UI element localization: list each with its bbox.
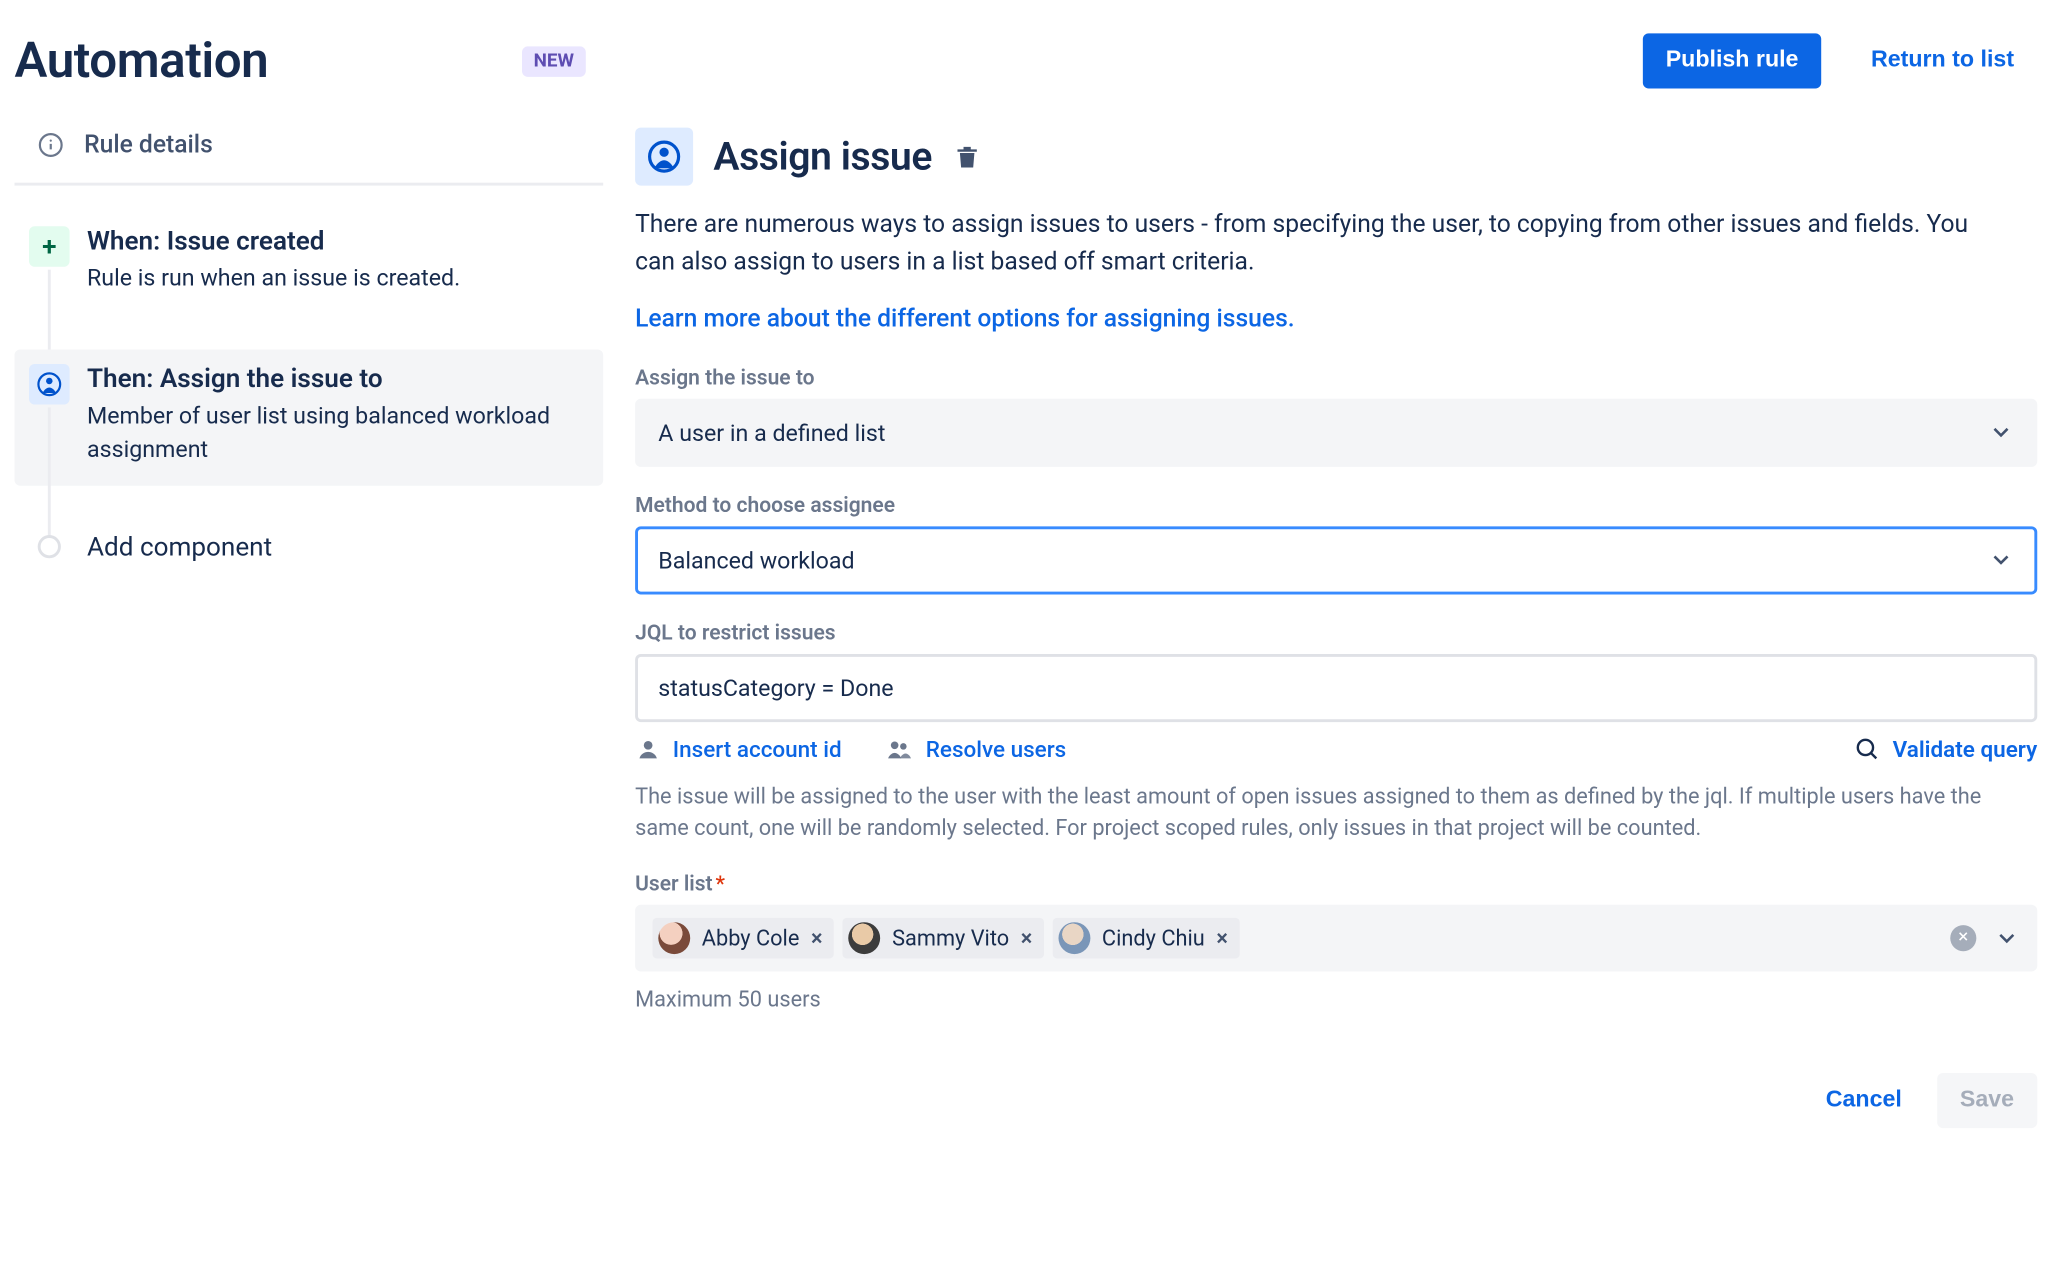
rule-details-row[interactable]: Rule details [15, 128, 604, 186]
rule-details-label: Rule details [84, 131, 213, 160]
clear-all-icon[interactable]: × [1950, 925, 1976, 951]
method-select[interactable]: Balanced workload [635, 526, 2037, 594]
user-name: Sammy Vito [892, 925, 1009, 951]
jql-value: statusCategory = Done [658, 674, 893, 702]
userlist-input[interactable]: Abby Cole × Sammy Vito × Cindy Chiu × × [635, 904, 2037, 971]
chevron-down-icon [1988, 547, 2014, 573]
new-badge: NEW [522, 46, 586, 76]
step-desc: Member of user list using balanced workl… [87, 401, 580, 466]
step-desc: Rule is run when an issue is created. [87, 262, 580, 294]
section-title: Assign issue [713, 133, 932, 179]
return-to-list-button[interactable]: Return to list [1848, 33, 2037, 88]
method-label: Method to choose assignee [635, 493, 2037, 518]
jql-label: JQL to restrict issues [635, 620, 2037, 645]
avatar [658, 922, 690, 954]
person-icon [635, 736, 661, 762]
cancel-button[interactable]: Cancel [1803, 1073, 1925, 1128]
jql-input[interactable]: statusCategory = Done [635, 653, 2037, 721]
resolve-users-link[interactable]: Resolve users [926, 736, 1066, 762]
userlist-label: User list* [635, 871, 2037, 896]
user-chip[interactable]: Abby Cole × [653, 917, 835, 958]
jql-helper-text: The issue will be assigned to the user w… [635, 780, 2013, 845]
add-component-row[interactable]: Add component [15, 521, 604, 589]
remove-user-icon[interactable]: × [1216, 925, 1228, 951]
method-value: Balanced workload [658, 546, 854, 574]
remove-user-icon[interactable]: × [811, 925, 823, 951]
info-icon [38, 132, 64, 158]
user-name: Abby Cole [702, 925, 800, 951]
step-title: When: Issue created [87, 226, 580, 256]
empty-step-icon [38, 535, 61, 558]
trash-icon[interactable] [952, 142, 981, 171]
rule-step-action[interactable]: Then: Assign the issue to Member of user… [15, 350, 604, 486]
assign-to-select[interactable]: A user in a defined list [635, 398, 2037, 466]
avatar [849, 922, 881, 954]
avatar [1058, 922, 1090, 954]
assign-icon [29, 365, 70, 406]
page-title: Automation [15, 32, 269, 90]
add-component-label: Add component [87, 532, 580, 562]
rule-step-trigger[interactable]: + When: Issue created Rule is run when a… [15, 212, 604, 316]
user-chip[interactable]: Sammy Vito × [843, 917, 1044, 958]
userlist-helper: Maximum 50 users [635, 983, 2013, 1016]
save-button: Save [1937, 1073, 2038, 1128]
assign-to-label: Assign the issue to [635, 365, 2037, 390]
search-icon [1855, 736, 1881, 762]
required-indicator: * [716, 871, 725, 896]
user-name: Cindy Chiu [1102, 925, 1205, 951]
step-title: Then: Assign the issue to [87, 365, 580, 395]
chevron-down-icon[interactable] [1994, 925, 2020, 951]
chevron-down-icon [1988, 419, 2014, 445]
remove-user-icon[interactable]: × [1021, 925, 1033, 951]
assign-to-value: A user in a defined list [658, 419, 885, 447]
plus-icon: + [29, 226, 70, 267]
validate-query-link[interactable]: Validate query [1893, 736, 2038, 762]
people-icon [885, 736, 914, 762]
learn-more-link[interactable]: Learn more about the different options f… [635, 304, 1295, 333]
insert-account-id-link[interactable]: Insert account id [673, 736, 842, 762]
assign-icon [635, 128, 693, 186]
user-chip[interactable]: Cindy Chiu × [1053, 917, 1240, 958]
publish-rule-button[interactable]: Publish rule [1642, 33, 1821, 88]
section-intro: There are numerous ways to assign issues… [635, 206, 1998, 282]
